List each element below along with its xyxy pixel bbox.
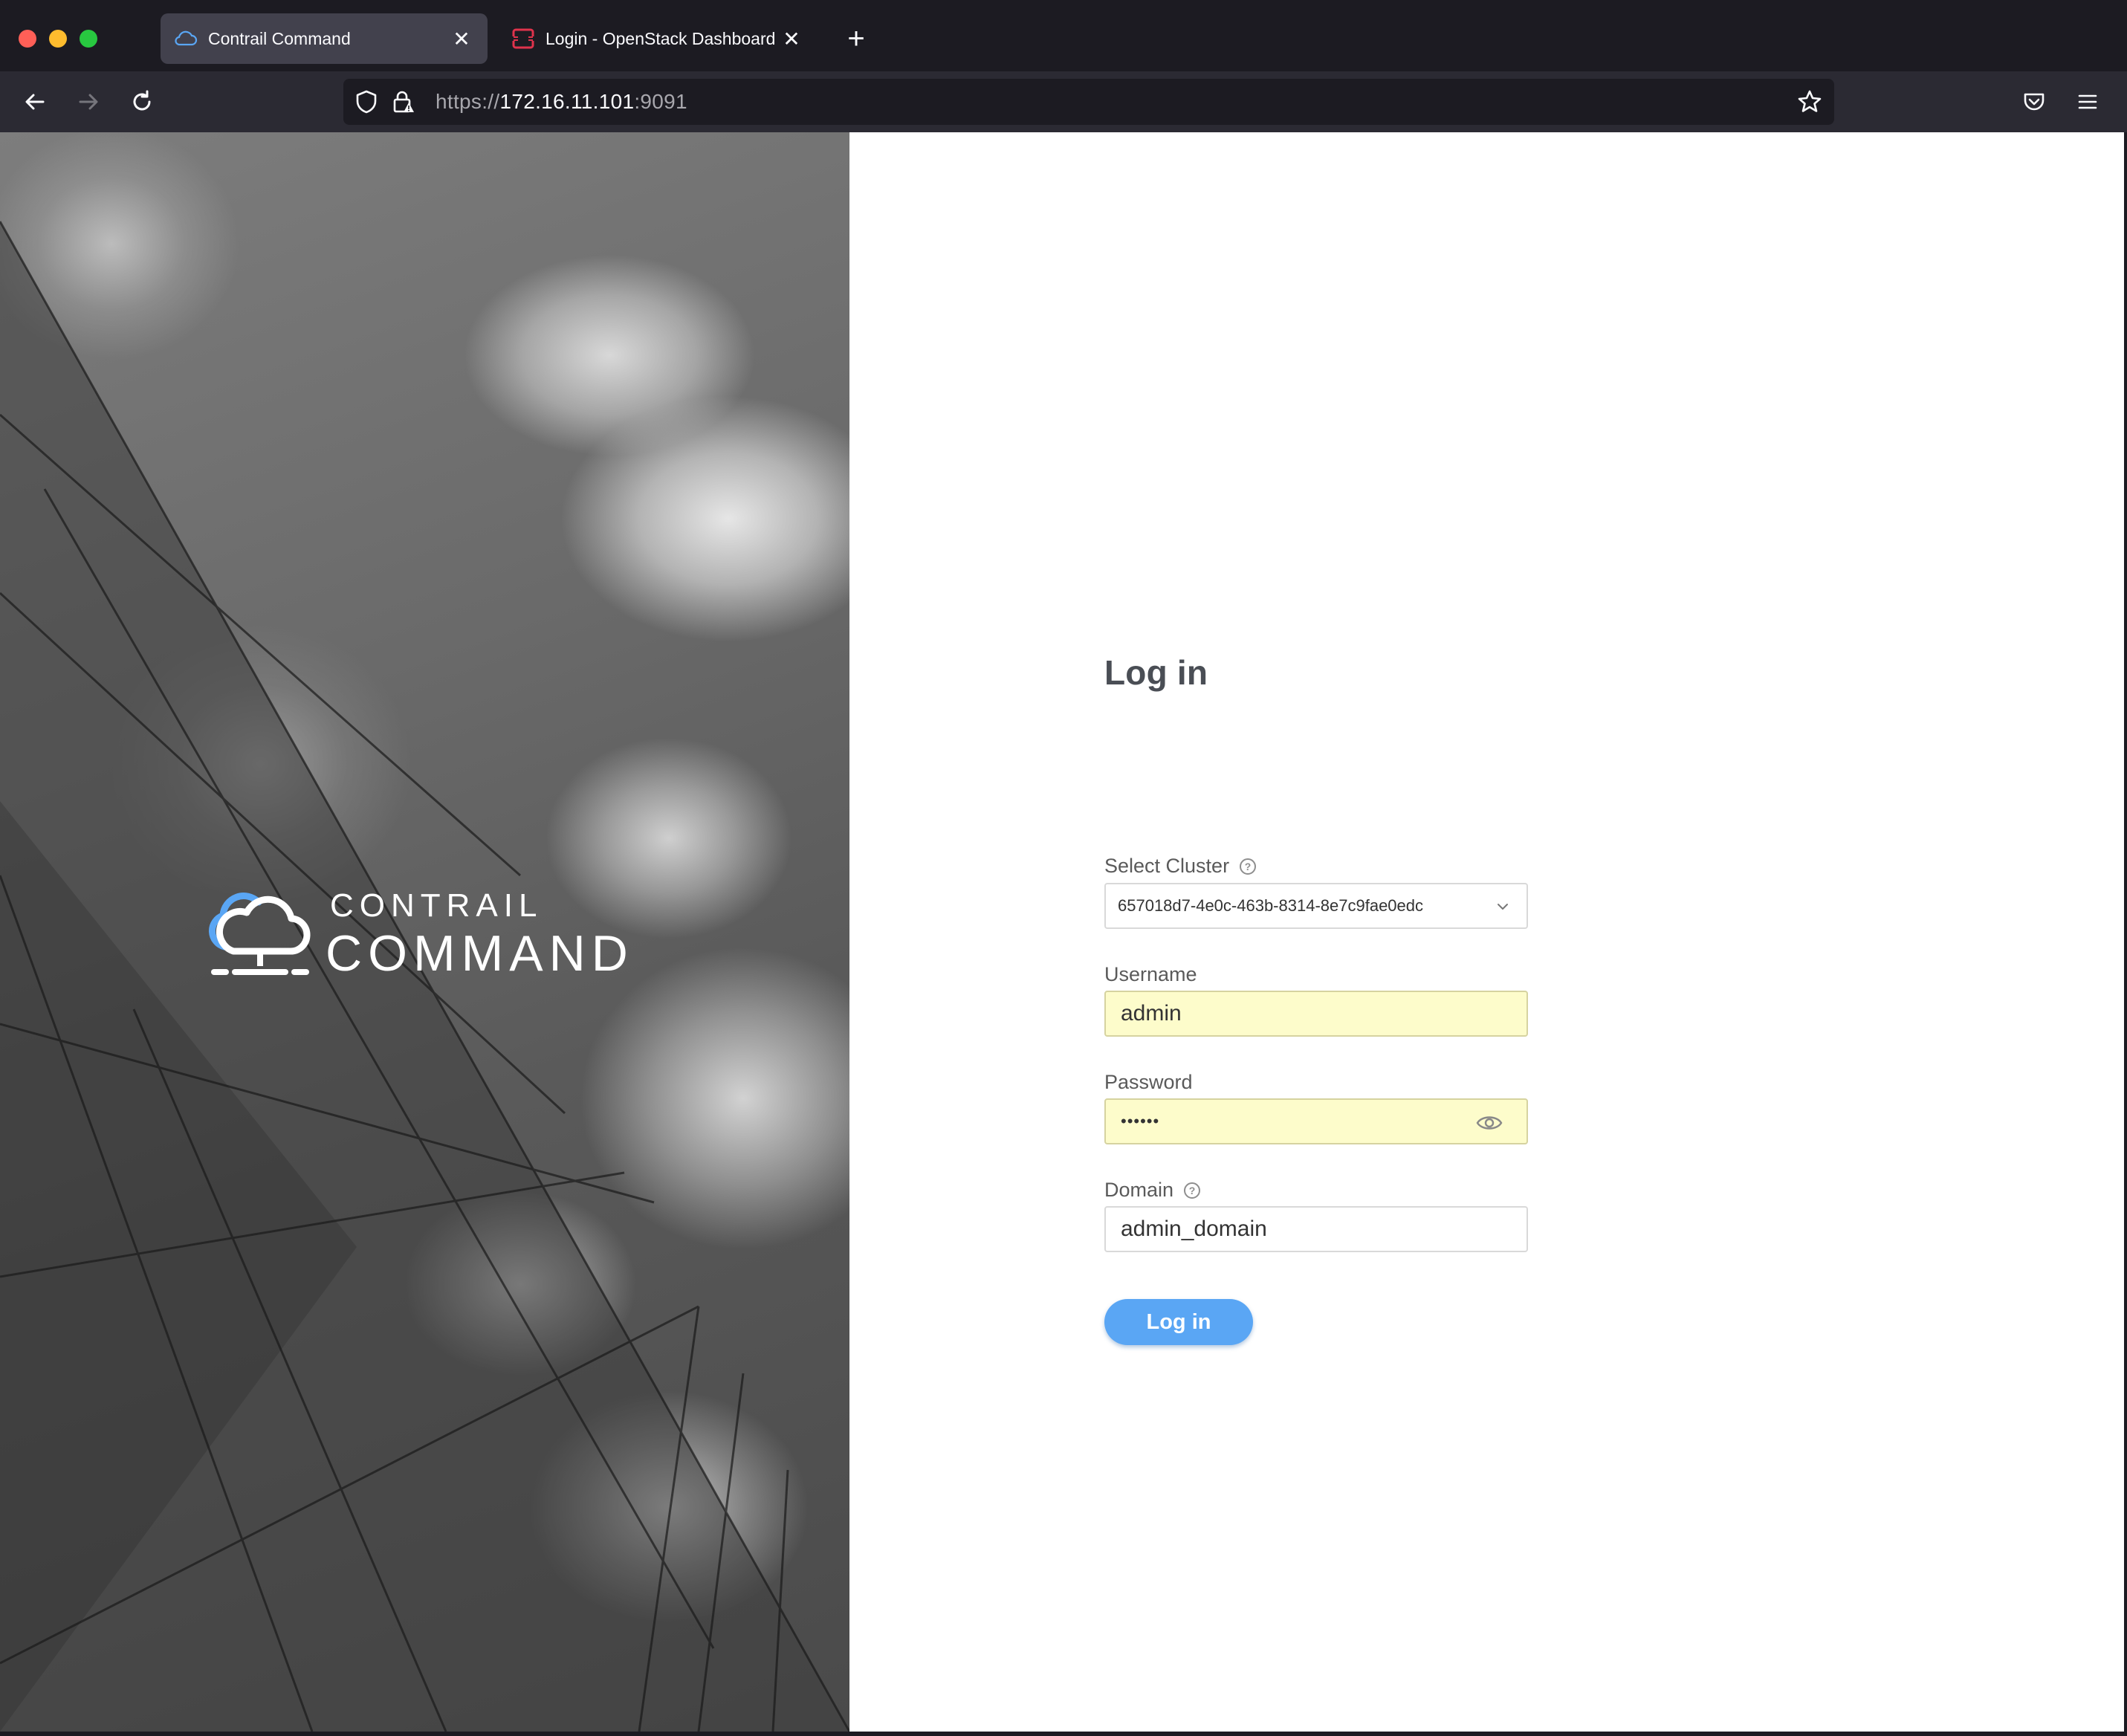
- help-icon[interactable]: ?: [1184, 1182, 1201, 1199]
- nav-bar: https://172.16.11.101:9091: [0, 71, 2127, 132]
- url-text[interactable]: https://172.16.11.101:9091: [436, 79, 687, 125]
- pocket-icon: [2024, 93, 2045, 111]
- tab-strip: Contrail Command ✕ Login - OpenStack Das…: [0, 0, 2127, 71]
- contrail-command-logo: CONTRAIL COMMAND: [201, 886, 654, 982]
- lock-warning-icon[interactable]: [391, 89, 416, 114]
- new-tab-button[interactable]: +: [840, 22, 873, 55]
- chevron-down-icon: [1498, 904, 1508, 910]
- tab-openstack-login[interactable]: Login - OpenStack Dashboard ✕: [498, 13, 818, 64]
- domain-label-row: Domain ?: [1104, 1179, 1201, 1202]
- domain-field[interactable]: admin_domain: [1104, 1206, 1528, 1252]
- reload-icon: [133, 90, 151, 111]
- forward-button[interactable]: [70, 83, 107, 120]
- close-window-button[interactable]: [19, 30, 36, 48]
- cluster-label: Select Cluster: [1104, 855, 1230, 877]
- password-field[interactable]: ••••••: [1104, 1098, 1528, 1144]
- reload-button[interactable]: [123, 83, 161, 120]
- logo-line2: COMMAND: [326, 925, 634, 982]
- arrow-left-icon: [25, 94, 45, 110]
- close-tab-icon[interactable]: ✕: [779, 26, 804, 51]
- tab-title: Contrail Command: [208, 28, 351, 48]
- login-button[interactable]: Log in: [1104, 1299, 1253, 1345]
- domain-label: Domain: [1104, 1179, 1174, 1201]
- cluster-label-row: Select Cluster ?: [1104, 855, 1257, 878]
- url-host: 172.16.11.101: [499, 90, 635, 113]
- hamburger-menu-icon: [2078, 94, 2097, 109]
- eye-icon[interactable]: [1476, 1113, 1503, 1133]
- zoom-window-button[interactable]: [80, 30, 97, 48]
- username-field[interactable]: admin: [1104, 991, 1528, 1037]
- openstack-icon: [511, 28, 535, 49]
- tab-contrail-command[interactable]: Contrail Command ✕: [161, 13, 488, 64]
- bookmark-star-icon[interactable]: [1797, 89, 1822, 114]
- tab-title: Login - OpenStack Dashboard: [545, 28, 776, 48]
- pocket-button[interactable]: [2016, 83, 2053, 120]
- shield-icon[interactable]: [354, 89, 379, 114]
- browser-window: Contrail Command ✕ Login - OpenStack Das…: [0, 0, 2127, 1736]
- domain-value: admin_domain: [1121, 1217, 1267, 1241]
- password-label: Password: [1104, 1071, 1193, 1093]
- url-bar[interactable]: https://172.16.11.101:9091: [343, 79, 1834, 125]
- back-button[interactable]: [16, 83, 54, 120]
- cluster-select[interactable]: 657018d7-4e0c-463b-8314-8e7c9fae0edc: [1104, 883, 1528, 929]
- username-label: Username: [1104, 963, 1197, 985]
- login-heading: Log in: [1104, 653, 1208, 692]
- cloud-icon: [175, 30, 198, 46]
- url-scheme: https://: [436, 90, 500, 113]
- username-value: admin: [1121, 1001, 1182, 1026]
- password-value: ••••••: [1121, 1112, 1160, 1130]
- cluster-select-value: 657018d7-4e0c-463b-8314-8e7c9fae0edc: [1118, 896, 1424, 915]
- close-tab-icon[interactable]: ✕: [449, 26, 474, 51]
- arrow-right-icon: [79, 94, 98, 110]
- logo-line1: CONTRAIL: [330, 887, 543, 924]
- cloud-network-logo-icon: [208, 893, 311, 975]
- minimize-window-button[interactable]: [49, 30, 67, 48]
- page-content: CONTRAIL COMMAND Log in Select Cluster ?…: [0, 132, 2124, 1732]
- menu-button[interactable]: [2069, 83, 2106, 120]
- help-icon[interactable]: ?: [1240, 858, 1257, 875]
- hero-image: CONTRAIL COMMAND: [0, 132, 849, 1732]
- url-port: :9091: [634, 90, 687, 113]
